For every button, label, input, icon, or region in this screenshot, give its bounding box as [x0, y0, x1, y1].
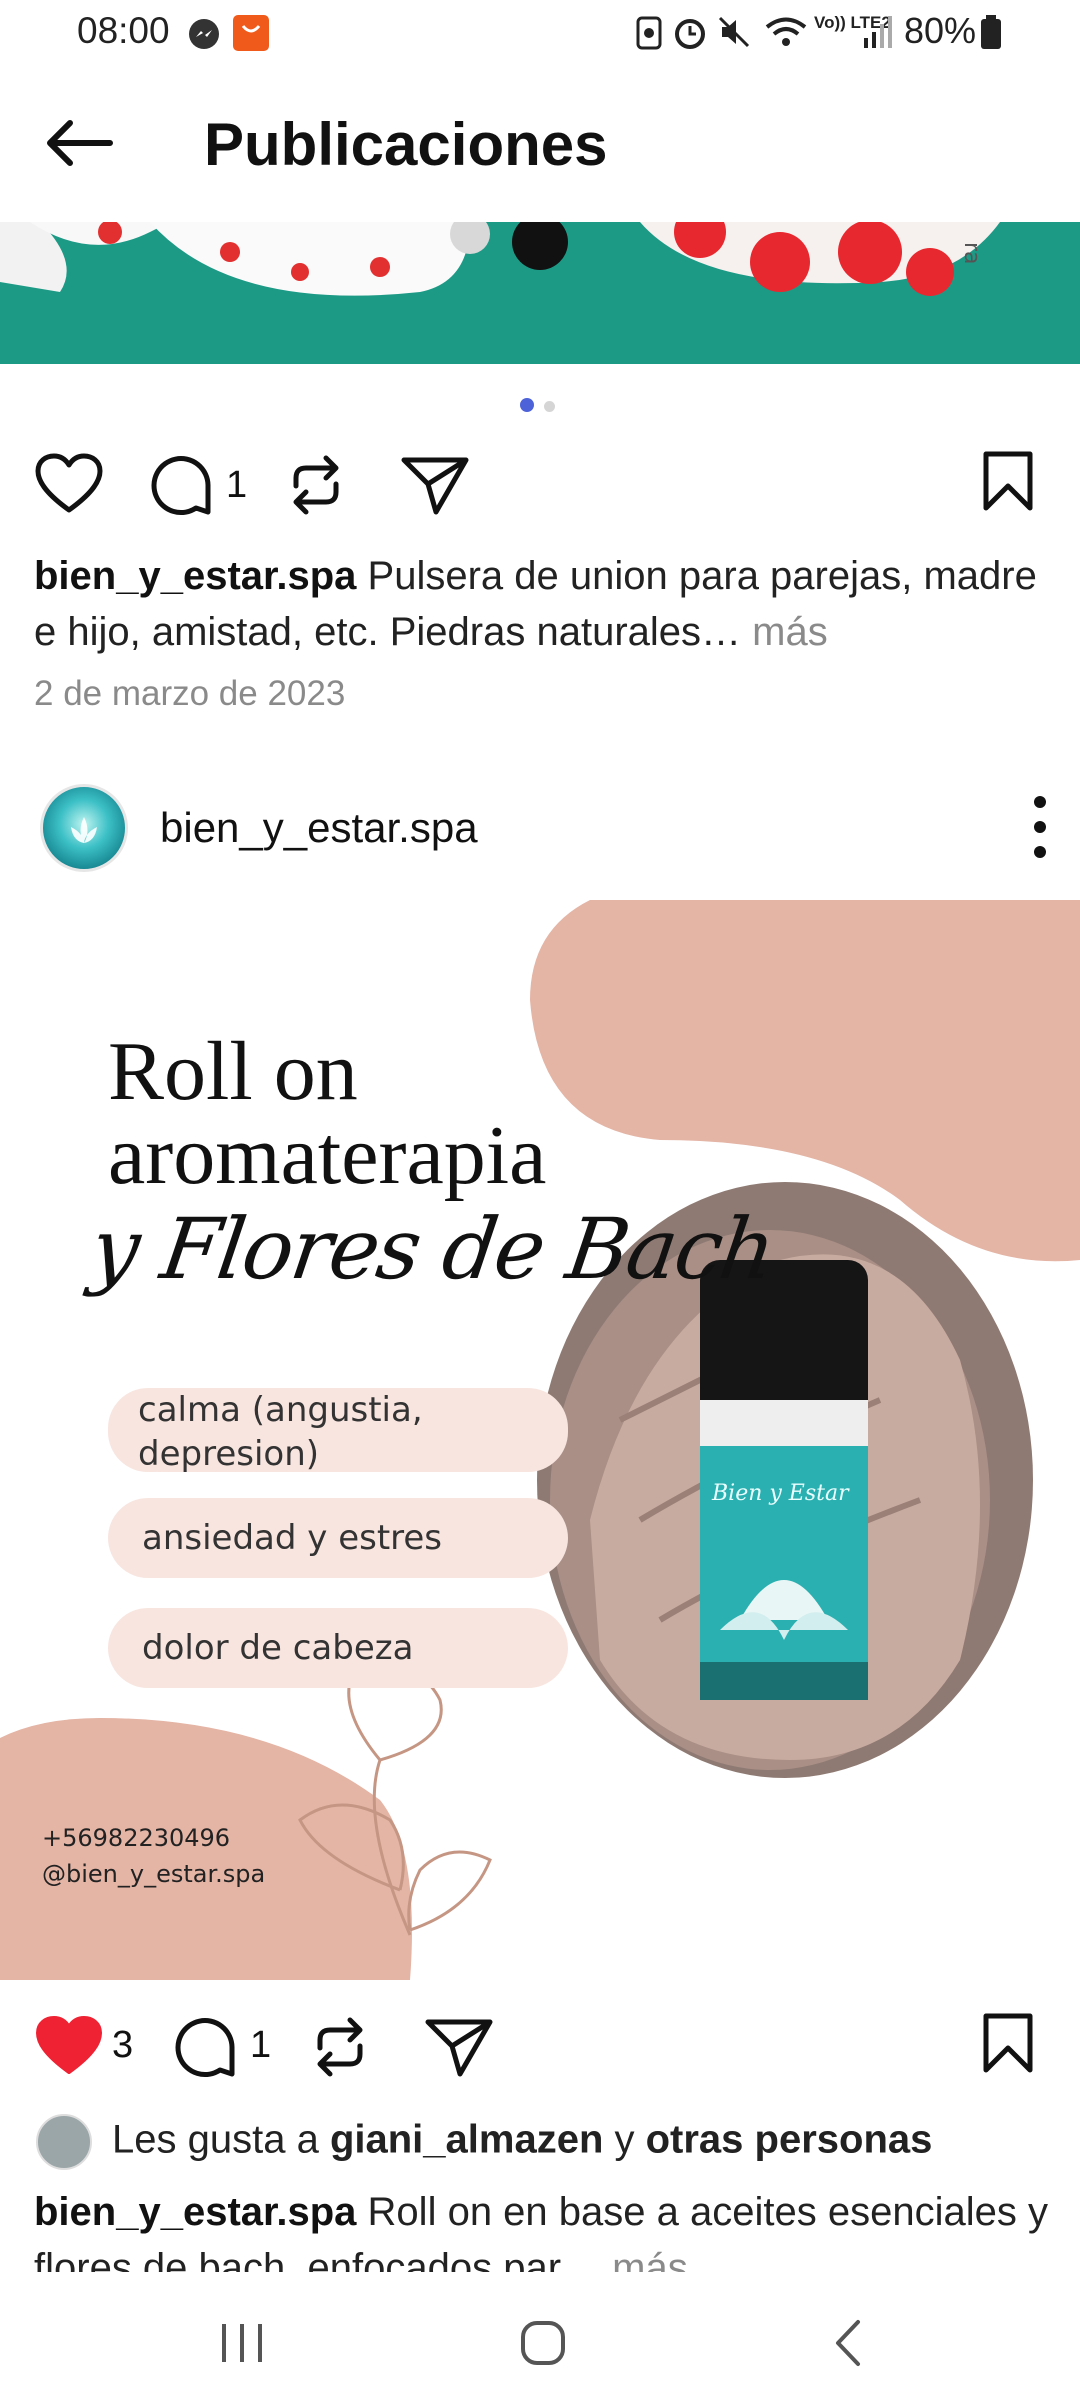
recents-icon[interactable] [218, 2320, 268, 2366]
post1-more-link[interactable]: más [752, 610, 828, 654]
post2-image[interactable]: Bien y Estar Roll on aromaterapia y Flor… [0, 900, 1080, 1980]
svg-text:Bien y Estar: Bien y Estar [711, 1481, 850, 1506]
benefit-pill: ansiedad y estres [108, 1498, 568, 1578]
post1-comment-count: 1 [226, 464, 248, 506]
comment-icon[interactable] [148, 452, 214, 518]
likes-prefix: Les gusta a [112, 2117, 330, 2162]
system-nav-bar [0, 2276, 1080, 2408]
battery-level: 80% [903, 10, 976, 51]
post1-date: 2 de marzo de 2023 [34, 674, 346, 713]
home-icon[interactable] [518, 2318, 568, 2368]
liker-avatar [36, 2114, 92, 2170]
post2-caption-username[interactable]: bien_y_estar.spa [34, 2190, 356, 2234]
benefit-pill: calma (angustia, depresion) [108, 1388, 568, 1474]
signal-icon [864, 16, 892, 48]
messenger-icon [189, 19, 219, 49]
back-icon[interactable] [830, 2318, 866, 2368]
post-image-previous[interactable]: ra [0, 222, 1080, 364]
post2-username[interactable]: bien_y_estar.spa [160, 804, 478, 852]
status-bar: 08:00 Vo)) LTE2 80% [0, 0, 1080, 66]
carousel-dot-active [520, 398, 534, 412]
repost-icon[interactable] [310, 2014, 370, 2080]
liked-heart-icon[interactable] [34, 2014, 104, 2078]
post2-more-link[interactable]: más [612, 2246, 688, 2272]
likes-others-link[interactable]: otras personas [646, 2118, 933, 2162]
promo-title-line1: Roll on [108, 1025, 358, 1118]
repost-icon[interactable] [286, 452, 346, 518]
mute-icon [718, 16, 750, 48]
bookmark-icon[interactable] [980, 450, 1036, 512]
carousel-dot [544, 401, 555, 412]
app-header: Publicaciones [0, 66, 1080, 222]
like-heart-icon[interactable] [34, 452, 104, 516]
wifi-icon [765, 17, 807, 46]
post1-caption: bien_y_estar.spa Pulsera de union para p… [34, 548, 1054, 660]
post2-comment-count: 1 [250, 2024, 272, 2066]
bookmark-icon[interactable] [980, 2012, 1036, 2074]
promo-script-subtitle: y Flores de Bach [85, 1200, 780, 1298]
contact-phone: +56982230496 [42, 1824, 231, 1852]
liker-username[interactable]: giani_almazen [330, 2118, 603, 2162]
benefit-pill: dolor de cabeza [108, 1608, 568, 1688]
post2-caption: bien_y_estar.spa Roll on en base a aceit… [34, 2184, 1054, 2272]
likes-summary[interactable]: Les gusta a giani_almazen y otras person… [36, 2114, 932, 2170]
battery-icon [981, 15, 1001, 49]
promo-title-line2: aromaterapia [108, 1109, 547, 1202]
post2-like-count: 3 [112, 2024, 134, 2066]
post1-actions: 1 [0, 440, 1080, 540]
arrow-left-icon[interactable] [44, 118, 114, 168]
status-time: 08:00 [77, 10, 170, 51]
carousel-indicator [520, 398, 565, 417]
lotus-logo-icon [71, 817, 97, 843]
nfc-icon [636, 16, 662, 50]
svg-text:ra: ra [959, 242, 984, 265]
alarm-icon [675, 19, 705, 49]
avatar[interactable] [40, 784, 128, 872]
post2-header: bien_y_estar.spa [0, 770, 1080, 890]
share-send-icon[interactable] [424, 2016, 494, 2078]
more-options-icon[interactable] [1030, 792, 1050, 862]
likes-middle: y [603, 2117, 646, 2162]
contact-handle: @bien_y_estar.spa [42, 1860, 266, 1888]
comment-icon[interactable] [172, 2014, 238, 2080]
bracelet-photo: ra [0, 222, 1080, 364]
share-send-icon[interactable] [400, 454, 470, 516]
aliexpress-icon [233, 15, 269, 51]
post2-actions: 3 1 [0, 2000, 1080, 2100]
post1-caption-username[interactable]: bien_y_estar.spa [34, 554, 356, 598]
page-title: Publicaciones [204, 111, 608, 178]
